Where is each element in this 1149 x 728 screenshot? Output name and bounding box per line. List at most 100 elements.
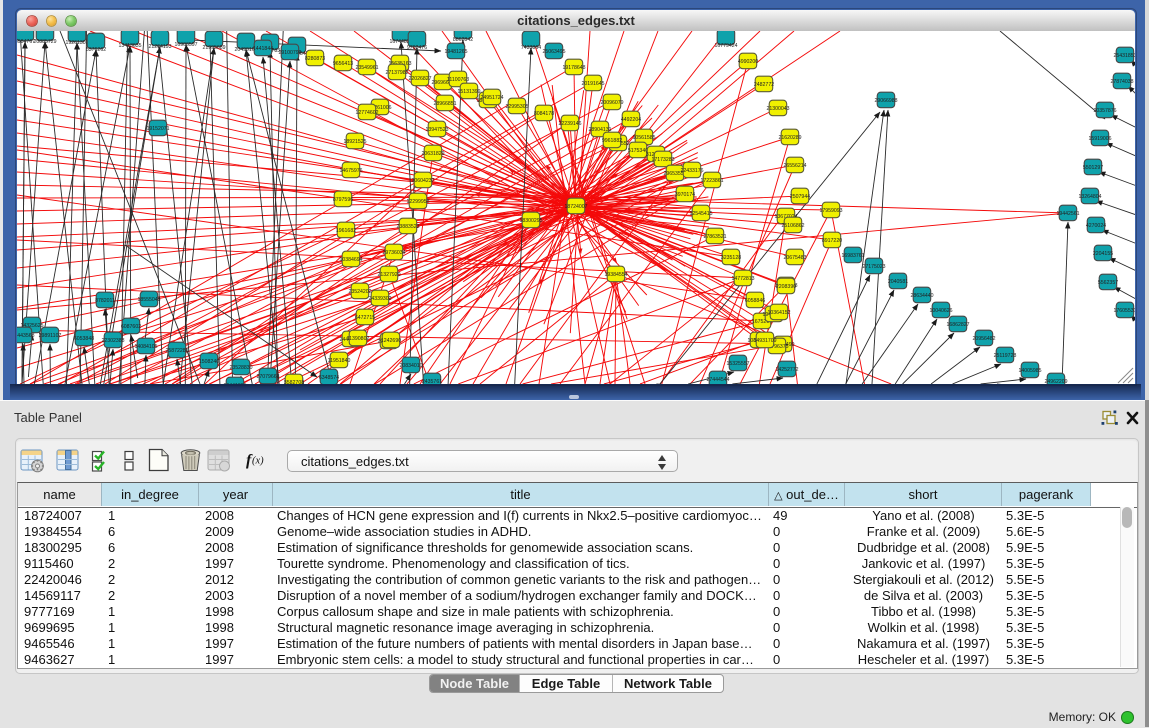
svg-text:20096079: 20096079	[600, 100, 623, 106]
svg-text:19481265: 19481265	[444, 49, 467, 55]
svg-text:(x): (x)	[252, 456, 264, 467]
svg-text:17223861: 17223861	[700, 178, 723, 184]
svg-text:23883523: 23883523	[396, 224, 419, 230]
svg-text:11390802: 11390802	[347, 336, 370, 342]
svg-text:1242690: 1242690	[381, 338, 401, 344]
svg-text:26441985: 26441985	[223, 383, 246, 384]
svg-text:3235128: 3235128	[721, 255, 741, 261]
svg-text:20956482: 20956482	[972, 336, 995, 342]
svg-text:10364152: 10364152	[767, 310, 790, 316]
svg-text:10561585: 10561585	[632, 135, 655, 141]
svg-text:19178648: 19178648	[562, 65, 585, 71]
svg-text:27444544: 27444544	[706, 377, 729, 383]
svg-text:9702476: 9702476	[407, 45, 427, 51]
svg-text:8917220: 8917220	[822, 238, 842, 244]
svg-text:21620289: 21620289	[778, 135, 801, 141]
svg-text:9656413: 9656413	[333, 61, 353, 67]
svg-text:13413635: 13413635	[118, 43, 141, 49]
svg-text:8280873: 8280873	[305, 56, 325, 62]
svg-text:6058846: 6058846	[745, 298, 765, 304]
svg-text:19384554: 19384554	[604, 272, 627, 278]
svg-text:21300043: 21300043	[766, 106, 789, 112]
svg-text:4270024: 4270024	[1086, 223, 1106, 229]
svg-text:16779424: 16779424	[714, 43, 737, 49]
svg-text:3970174: 3970174	[675, 192, 695, 198]
svg-text:20357876: 20357876	[1093, 108, 1116, 114]
svg-text:8084178: 8084178	[534, 111, 554, 117]
svg-text:10040626: 10040626	[929, 308, 952, 314]
svg-text:20191645: 20191645	[581, 81, 604, 87]
svg-text:12545415: 12545415	[689, 211, 712, 217]
svg-text:1961682: 1961682	[336, 228, 356, 234]
svg-text:12774602: 12774602	[355, 110, 378, 116]
svg-text:22443568: 22443568	[17, 333, 35, 339]
svg-text:13264804: 13264804	[1078, 194, 1101, 200]
svg-text:8782011: 8782011	[95, 298, 115, 304]
svg-text:29066988: 29066988	[874, 98, 897, 104]
svg-text:29891107: 29891107	[39, 333, 62, 339]
svg-text:4990200: 4990200	[738, 59, 758, 65]
svg-text:18724007: 18724007	[564, 204, 587, 210]
svg-text:6472715: 6472715	[355, 315, 375, 321]
svg-text:20631829: 20631829	[421, 151, 444, 157]
svg-text:2204155: 2204155	[1093, 251, 1113, 257]
svg-text:27175023: 27175023	[862, 264, 885, 270]
svg-text:17959093: 17959093	[819, 208, 842, 214]
svg-text:28634440: 28634440	[910, 293, 933, 299]
svg-text:25872285: 25872285	[165, 348, 188, 354]
svg-text:29736034: 29736034	[382, 250, 405, 256]
svg-text:20885729: 20885729	[33, 39, 56, 45]
svg-text:2482772: 2482772	[754, 82, 774, 88]
svg-text:5376262: 5376262	[86, 47, 106, 53]
svg-text:16906597: 16906597	[174, 42, 197, 48]
svg-text:22995305: 22995305	[505, 104, 528, 110]
svg-text:27863521: 27863521	[703, 234, 726, 240]
svg-text:19442561: 19442561	[1056, 211, 1079, 217]
svg-text:6053848: 6053848	[74, 336, 94, 342]
svg-text:29100799: 29100799	[278, 50, 301, 56]
svg-text:21264193: 21264193	[148, 44, 171, 50]
svg-text:6348574: 6348574	[319, 375, 339, 381]
svg-text:26556214: 26556214	[783, 163, 806, 169]
svg-text:22026827: 22026827	[408, 76, 431, 82]
svg-text:27137982: 27137982	[385, 70, 408, 76]
svg-text:25106862: 25106862	[781, 223, 804, 229]
svg-text:16862827: 16862827	[946, 322, 969, 328]
svg-text:6087602: 6087602	[121, 324, 141, 330]
svg-text:28966851: 28966851	[433, 101, 456, 107]
svg-text:15325557: 15325557	[726, 361, 749, 367]
svg-text:11951840: 11951840	[328, 358, 351, 364]
svg-text:22433176: 22433176	[680, 168, 703, 174]
svg-text:12299958: 12299958	[406, 199, 429, 205]
svg-text:18921525: 18921525	[343, 139, 366, 145]
svg-text:11100763: 11100763	[447, 77, 469, 83]
svg-text:7433864: 7433864	[521, 45, 541, 51]
svg-text:14931709: 14931709	[753, 338, 776, 344]
svg-text:22302388: 22302388	[101, 338, 124, 344]
svg-text:21995689: 21995689	[202, 45, 225, 51]
svg-text:1508240: 1508240	[199, 359, 219, 365]
svg-text:10384694: 10384694	[339, 257, 362, 263]
svg-text:25431853: 25431853	[1113, 53, 1135, 59]
svg-text:8862842: 8862842	[453, 37, 473, 43]
svg-text:27874038: 27874038	[1110, 79, 1133, 85]
svg-text:23549961: 23549961	[355, 65, 378, 71]
svg-text:15131399: 15131399	[457, 89, 480, 95]
svg-text:25119728: 25119728	[994, 353, 1017, 359]
svg-text:20834010: 20834010	[399, 363, 422, 369]
svg-text:8797596: 8797596	[333, 197, 353, 203]
svg-text:17605531: 17605531	[1113, 308, 1135, 314]
svg-text:18555048: 18555048	[137, 297, 160, 303]
svg-text:24951724: 24951724	[480, 95, 503, 101]
svg-text:23524202: 23524202	[348, 289, 371, 295]
svg-text:2208390: 2208390	[776, 284, 796, 290]
svg-text:17173283: 17173283	[651, 157, 674, 163]
svg-text:9961882: 9961882	[602, 138, 622, 144]
svg-text:19152071: 19152071	[146, 126, 169, 132]
svg-text:16983761: 16983761	[841, 253, 864, 259]
svg-text:18300295: 18300295	[519, 218, 542, 224]
svg-text:14252772: 14252772	[775, 367, 798, 373]
svg-text:20604237: 20604237	[411, 178, 434, 184]
svg-text:19261302: 19261302	[65, 40, 88, 46]
svg-text:21327920: 21327920	[377, 272, 400, 278]
